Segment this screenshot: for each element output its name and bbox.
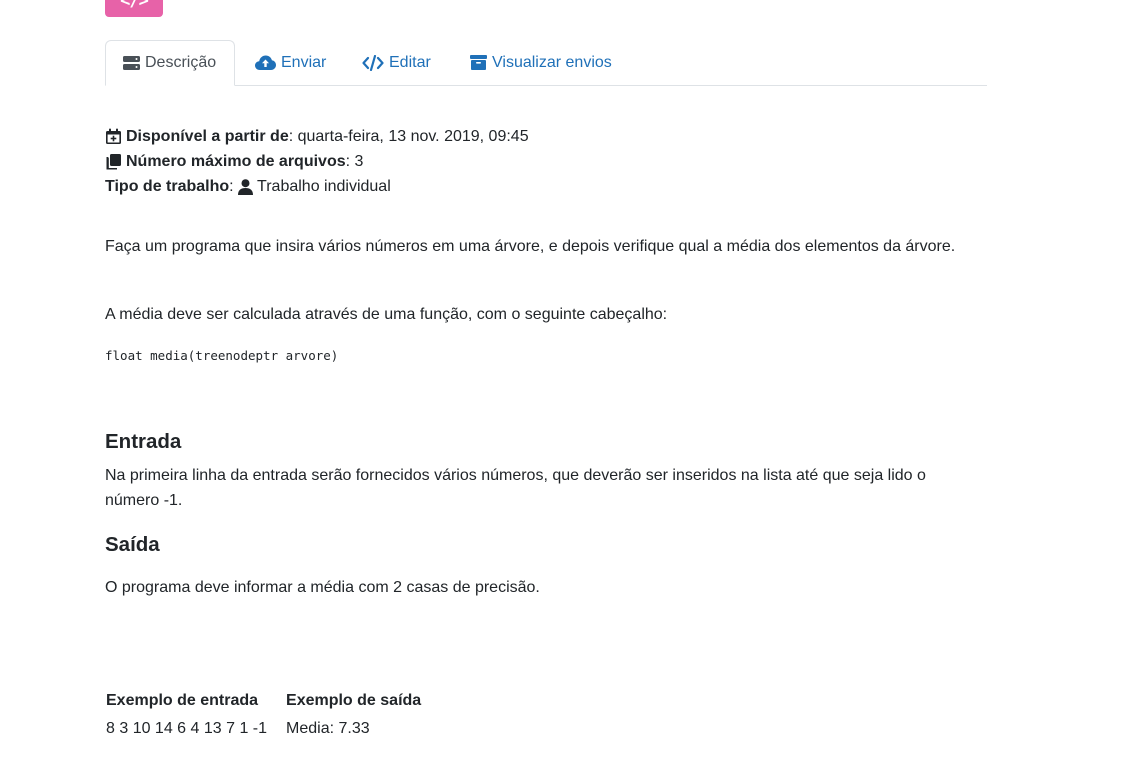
available-from-value: : quarta-feira, 13 nov. 2019, 09:45: [288, 128, 529, 145]
work-type-value: Trabalho individual: [257, 178, 391, 195]
calendar-plus-icon: [106, 128, 121, 144]
available-from-label: Disponível a partir de: [126, 128, 289, 145]
tab-enviar[interactable]: Enviar: [255, 40, 326, 85]
examples-header-row: Exemplo de entrada Exemplo de saída: [104, 690, 438, 717]
server-icon: [123, 56, 140, 70]
work-type-separator: :: [229, 178, 239, 195]
max-files-line: Número máximo de arquivos : 3: [105, 149, 529, 174]
work-type-label: Tipo de trabalho: [105, 178, 230, 195]
work-type-line: Tipo de trabalho : Trabalho individual: [105, 174, 529, 199]
description-paragraph-1: Faça um programa que insira vários númer…: [105, 238, 956, 255]
input-description: Na primeira linha da entrada serão forne…: [105, 467, 926, 509]
available-from-line: Disponível a partir de : quarta-feira, 1…: [105, 124, 529, 149]
tab-enviar-label: Enviar: [281, 53, 327, 71]
examples-table: Exemplo de entrada Exemplo de saída 8 3 …: [104, 690, 438, 740]
tab-visualizar-envios[interactable]: Visualizar envios: [470, 40, 612, 85]
tab-editar-label: Editar: [389, 53, 431, 71]
example-output-header: Exemplo de saída: [286, 692, 422, 709]
tab-editar[interactable]: Editar: [362, 40, 431, 85]
table-row: 8 3 10 14 6 4 13 7 1 -1 Media: 7.33: [104, 717, 438, 740]
example-output-cell: Media: 7.33: [286, 720, 370, 737]
example-input-header: Exemplo de entrada: [106, 692, 259, 709]
max-files-value: : 3: [345, 153, 364, 170]
input-heading: Entrada: [105, 430, 182, 453]
archive-icon: [470, 55, 487, 70]
cloud-upload-icon: [255, 55, 276, 70]
max-files-label: Número máximo de arquivos: [126, 153, 346, 170]
description-paragraph-2: A média deve ser calculada através de um…: [105, 306, 668, 323]
output-description: O programa deve informar a média com 2 c…: [105, 579, 540, 596]
output-heading: Saída: [105, 533, 160, 556]
example-input-cell: 8 3 10 14 6 4 13 7 1 -1: [106, 720, 268, 737]
function-signature-code: float media(treenodeptr arvore): [105, 348, 339, 363]
code-logo-badge: </>: [105, 0, 163, 17]
user-icon: [238, 178, 254, 195]
tab-visualizar-envios-label: Visualizar envios: [492, 53, 612, 71]
tab-descricao[interactable]: Descrição: [105, 40, 236, 86]
assignment-meta: Disponível a partir de : quarta-feira, 1…: [105, 124, 529, 199]
tab-descricao-label: Descrição: [145, 54, 217, 71]
tab-bar: Descrição Enviar Editar Visualizar envio…: [105, 40, 987, 86]
code-icon: [362, 54, 384, 71]
copy-icon: [106, 154, 121, 170]
